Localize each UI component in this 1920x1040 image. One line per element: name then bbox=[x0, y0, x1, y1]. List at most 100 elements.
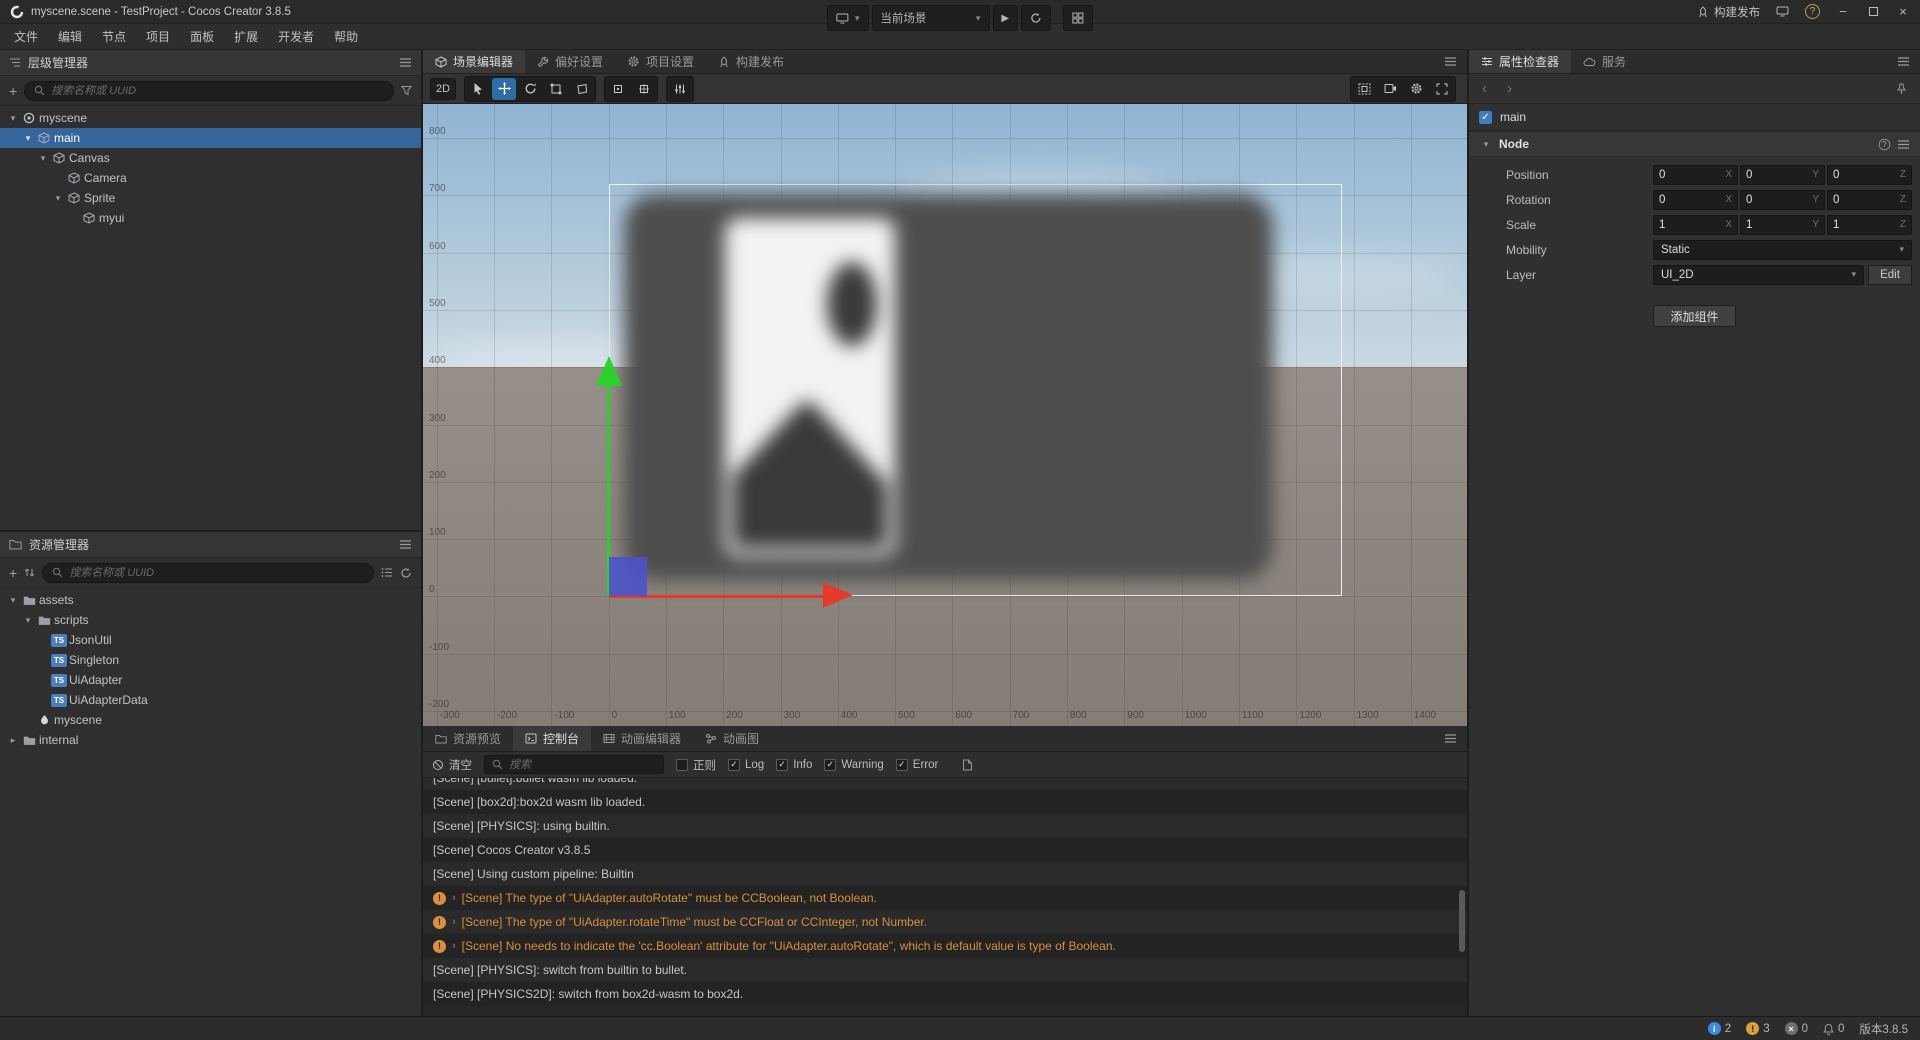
console-log-area[interactable]: [Scene] [bullet]:bullet wasm lib loaded.… bbox=[423, 778, 1467, 1016]
node-menu-icon[interactable] bbox=[1897, 139, 1910, 150]
menu-item-7[interactable]: 帮助 bbox=[324, 28, 368, 45]
status-notifications[interactable]: 0 bbox=[1823, 1023, 1844, 1035]
log-row[interactable]: [Scene] [box2d]:box2d wasm lib loaded. bbox=[423, 790, 1467, 814]
console-filter-0[interactable]: 正则 bbox=[676, 757, 716, 773]
scene-viewport[interactable]: 800 700 600 500 400 300 200 100 0 -100 -200 -300 -20… bbox=[423, 104, 1467, 726]
log-row[interactable]: [Scene] [PHYSICS]: switch from builtin t… bbox=[423, 958, 1467, 982]
build-publish-button[interactable]: 构建发布 bbox=[1697, 4, 1760, 20]
asset-item-singleton[interactable]: TS Singleton bbox=[0, 650, 421, 670]
pin-icon[interactable] bbox=[1896, 83, 1907, 95]
expand-arrow-icon[interactable]: ▾ bbox=[36, 153, 50, 164]
menu-item-4[interactable]: 面板 bbox=[180, 28, 224, 45]
vec3-field-y[interactable]: 0Y bbox=[1740, 189, 1825, 210]
menu-item-3[interactable]: 项目 bbox=[136, 28, 180, 45]
vec3-field-z[interactable]: 0Z bbox=[1827, 164, 1912, 185]
vec3-field-y[interactable]: 1Y bbox=[1740, 214, 1825, 235]
tool-select-button[interactable] bbox=[466, 78, 490, 100]
add-component-button[interactable]: 添加组件 bbox=[1653, 305, 1736, 327]
hierarchy-search-input[interactable] bbox=[51, 84, 384, 97]
tool-transform-button[interactable] bbox=[570, 78, 594, 100]
help-button[interactable]: ? bbox=[1805, 4, 1820, 19]
tab-animation-graph[interactable]: 动画图 bbox=[693, 726, 771, 751]
nav-forward-button[interactable]: › bbox=[1507, 80, 1512, 97]
add-node-button[interactable]: + bbox=[9, 83, 17, 99]
expand-arrow-icon[interactable]: ▸ bbox=[6, 735, 20, 746]
assets-menu-icon[interactable] bbox=[399, 539, 412, 550]
console-filter-1[interactable]: ✓ Log bbox=[728, 758, 764, 771]
grid-visibility-button[interactable] bbox=[1352, 78, 1376, 100]
platform-select[interactable]: ▾ bbox=[826, 5, 869, 31]
console-panel-menu-icon[interactable] bbox=[1434, 726, 1467, 751]
console-filter-2[interactable]: ✓ Info bbox=[776, 758, 812, 771]
log-row[interactable]: ! › [Scene] The type of "UiAdapter.rotateT… bbox=[423, 910, 1467, 934]
hierarchy-menu-icon[interactable] bbox=[399, 57, 412, 68]
tab-console[interactable]: 控制台 bbox=[513, 726, 592, 751]
log-row[interactable]: [Scene] [PHYSICS]: using builtin. bbox=[423, 814, 1467, 838]
expand-arrow-icon[interactable]: ▾ bbox=[6, 595, 20, 606]
tool-rect-button[interactable] bbox=[544, 78, 568, 100]
tab-animation-editor[interactable]: 动画编辑器 bbox=[591, 726, 693, 751]
status-errors[interactable]: × 0 bbox=[1784, 1022, 1808, 1035]
chevron-right-icon[interactable]: › bbox=[452, 916, 456, 928]
tool-rotate-button[interactable] bbox=[518, 78, 542, 100]
sprite-node-preview[interactable] bbox=[624, 194, 1273, 580]
console-search-input[interactable] bbox=[509, 758, 656, 771]
vec3-field-x[interactable]: 0X bbox=[1653, 164, 1738, 185]
camera-preview-button[interactable] bbox=[1378, 78, 1402, 100]
vec3-field-x[interactable]: 1X bbox=[1653, 214, 1738, 235]
snap-settings-button[interactable] bbox=[668, 78, 692, 100]
log-row[interactable]: [Scene] Cocos Creator v3.8.5 bbox=[423, 838, 1467, 862]
log-row[interactable]: [Scene] [PHYSICS2D]: switch from box2d-w… bbox=[423, 982, 1467, 1006]
vec3-field-y[interactable]: 0Y bbox=[1740, 164, 1825, 185]
tool-move-button[interactable] bbox=[492, 77, 517, 100]
hierarchy-node-sprite[interactable]: ▾ Sprite bbox=[0, 188, 421, 208]
console-filter-4[interactable]: ✓ Error bbox=[895, 758, 938, 771]
mobility-select[interactable]: Static ▾ bbox=[1653, 239, 1912, 260]
play-button[interactable]: ▶ bbox=[992, 5, 1019, 31]
add-asset-button[interactable]: + bbox=[9, 565, 17, 581]
tab-project-settings[interactable]: 项目设置 bbox=[615, 50, 706, 73]
sort-assets-icon[interactable] bbox=[24, 567, 35, 578]
hierarchy-node-canvas[interactable]: ▾ Canvas bbox=[0, 148, 421, 168]
vec3-field-z[interactable]: 0Z bbox=[1827, 189, 1912, 210]
editor-tabbar-menu-icon[interactable] bbox=[1434, 50, 1467, 73]
reload-button[interactable] bbox=[1021, 5, 1052, 31]
log-row[interactable]: [Scene] Using custom pipeline: Builtin bbox=[423, 862, 1467, 886]
gizmo-x-arrow-icon[interactable] bbox=[823, 582, 853, 608]
help-icon[interactable]: ? bbox=[1878, 138, 1891, 151]
menu-item-1[interactable]: 编辑 bbox=[48, 28, 92, 45]
scene-select[interactable]: 当前场景 ▾ bbox=[871, 5, 990, 31]
close-button[interactable]: × bbox=[1896, 4, 1910, 19]
asset-item-scripts[interactable]: ▾ scripts bbox=[0, 610, 421, 630]
scene-settings-button[interactable] bbox=[1404, 78, 1428, 100]
tab-inspector[interactable]: 属性检查器 bbox=[1469, 50, 1572, 73]
hierarchy-node-myui[interactable]: myui bbox=[0, 208, 421, 228]
hierarchy-node-myscene[interactable]: ▾ myscene bbox=[0, 108, 421, 128]
tab-service[interactable]: 服务 bbox=[1571, 50, 1638, 73]
asset-item-jsonutil[interactable]: TS JsonUtil bbox=[0, 630, 421, 650]
chevron-right-icon[interactable]: › bbox=[452, 892, 456, 904]
asset-item-internal[interactable]: ▸ internal bbox=[0, 730, 421, 750]
tab-preferences[interactable]: 偏好设置 bbox=[525, 50, 615, 73]
gizmo-y-arrow-icon[interactable] bbox=[595, 356, 622, 386]
mode-2d-button[interactable]: 2D bbox=[430, 77, 457, 100]
tab-asset-preview[interactable]: 资源预览 bbox=[423, 726, 513, 751]
nav-back-button[interactable]: ‹ bbox=[1482, 80, 1487, 97]
hierarchy-node-main[interactable]: ▾ main bbox=[0, 128, 421, 148]
node-section-header[interactable]: ▾ Node ? bbox=[1469, 131, 1920, 157]
asset-item-uiadapterdata[interactable]: TS UiAdapterData bbox=[0, 690, 421, 710]
vec3-field-z[interactable]: 1Z bbox=[1827, 214, 1912, 235]
log-row[interactable]: ! › [Scene] The type of "UiAdapter.autoRot… bbox=[423, 886, 1467, 910]
log-row[interactable]: [Scene] [bullet]:bullet wasm lib loaded. bbox=[423, 778, 1467, 790]
refresh-assets-icon[interactable] bbox=[400, 567, 412, 579]
console-filter-3[interactable]: ✓ Warning bbox=[824, 758, 884, 771]
tab-build-publish[interactable]: 构建发布 bbox=[706, 50, 796, 73]
minimize-button[interactable]: − bbox=[1836, 4, 1850, 19]
chevron-right-icon[interactable]: › bbox=[452, 940, 456, 952]
menu-item-6[interactable]: 开发者 bbox=[268, 28, 324, 45]
asset-item-myscene[interactable]: myscene bbox=[0, 710, 421, 730]
inspector-menu-icon[interactable] bbox=[1887, 50, 1920, 73]
vec3-field-x[interactable]: 0X bbox=[1653, 189, 1738, 210]
expand-arrow-icon[interactable]: ▾ bbox=[6, 113, 20, 124]
node-active-checkbox[interactable]: ✓ bbox=[1479, 110, 1492, 124]
